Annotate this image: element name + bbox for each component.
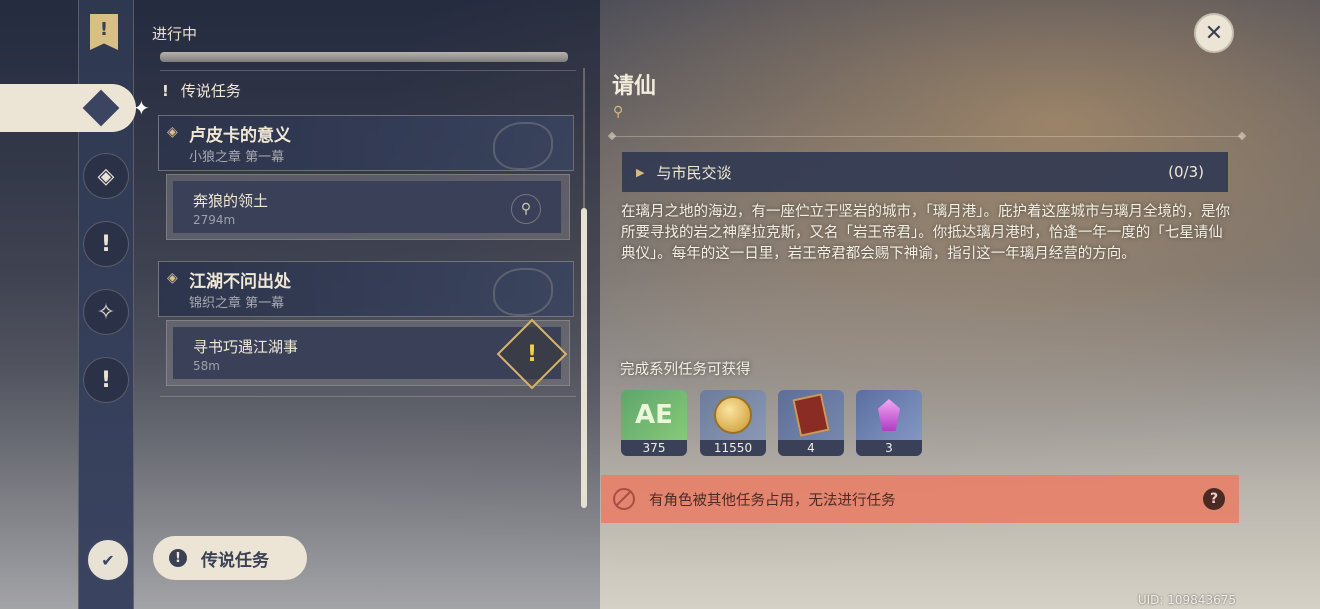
rewards-label: 完成系列任务可获得	[620, 362, 751, 378]
quest-filter-button[interactable]: ! 传说任务	[153, 536, 307, 580]
quest-group-subtitle: 小狼之章 第一幕	[189, 150, 285, 165]
all-quests-icon	[82, 89, 120, 127]
prohibited-icon	[613, 488, 635, 510]
map-pin-icon[interactable]: ⚲	[511, 194, 541, 224]
filter-button-label: 传说任务	[201, 550, 269, 571]
quest-item-distance: 58m	[193, 359, 220, 373]
completed-quests-button[interactable]: ✔	[85, 537, 131, 583]
list-scrollbar-thumb[interactable]	[581, 208, 587, 508]
book-icon	[792, 393, 830, 437]
reward-adventure-exp[interactable]: AE 375	[621, 390, 687, 456]
selected-sparkle-icon: ✦	[133, 96, 150, 120]
reward-count: 11550	[700, 440, 766, 456]
reward-count: 375	[621, 440, 687, 456]
close-button[interactable]: ✕	[1194, 13, 1234, 53]
rail-tab-all-active[interactable]	[0, 84, 136, 132]
divider	[160, 396, 576, 397]
divider	[612, 136, 1242, 137]
reward-mora[interactable]: 11550	[700, 390, 766, 456]
play-arrow-icon: ▶	[636, 165, 645, 179]
divider	[160, 70, 576, 71]
quest-blocked-warning: 有角色被其他任务占用，无法进行任务 ?	[601, 475, 1239, 523]
scroll-emblem-icon	[493, 268, 553, 316]
category-header: ! 传说任务	[162, 80, 241, 101]
rail-tab-archon-icon[interactable]: ◈	[83, 153, 129, 199]
quest-item-name: 寻书巧遇江湖事	[193, 338, 299, 356]
quest-objective: ▶ 与市民交谈 (0/3)	[622, 152, 1228, 192]
legend-quest-icon: !	[162, 81, 169, 100]
diamond-marker-icon: ◈	[167, 124, 178, 140]
reward-count: 4	[778, 440, 844, 456]
rail-tab-story-icon[interactable]: !	[83, 221, 129, 267]
reward-count: 3	[856, 440, 922, 456]
quest-group-subtitle: 锦织之章 第一幕	[189, 296, 285, 311]
rail-tab-world-icon[interactable]: ✧	[83, 289, 129, 335]
warning-text: 有角色被其他任务占用，无法进行任务	[649, 492, 896, 509]
quest-item-1[interactable]: 奔狼的领土 2794m ⚲	[166, 174, 570, 240]
reward-crystal[interactable]: 3	[856, 390, 922, 456]
player-uid: UID: 109843675	[1137, 593, 1236, 607]
adventure-exp-icon: AE	[635, 400, 673, 430]
quest-title: 请仙	[612, 74, 657, 99]
quest-description: 在璃月之地的海边，有一座伫立于坚岩的城市，「璃月港」。庇护着这座城市与璃月全境的…	[621, 204, 1230, 262]
quest-item-name: 奔狼的领土	[193, 192, 269, 210]
rail-tab-commission-icon[interactable]: !	[83, 357, 129, 403]
location-pin-icon: ⚲	[613, 104, 624, 120]
quest-item-distance: 2794m	[193, 213, 236, 227]
crystal-art	[856, 390, 922, 440]
category-title: 传说任务	[180, 82, 241, 100]
mora-coin-art	[700, 390, 766, 440]
help-icon[interactable]: ?	[1203, 488, 1225, 510]
crystal-icon	[878, 399, 900, 431]
wolf-emblem-icon	[493, 122, 553, 170]
quest-item-2[interactable]: 寻书巧遇江湖事 58m !	[166, 318, 570, 390]
book-art	[778, 390, 844, 440]
quest-group-2[interactable]: ◈ 江湖不问出处 锦织之章 第一幕	[158, 261, 574, 317]
status-progress-bar	[160, 52, 568, 62]
quest-group-title: 卢皮卡的意义	[189, 126, 291, 146]
quest-group-title: 江湖不问出处	[189, 272, 291, 292]
legend-quest-icon: !	[169, 549, 187, 567]
objective-progress: (0/3)	[1168, 163, 1204, 181]
reward-book[interactable]: 4	[778, 390, 844, 456]
mora-coin-icon	[714, 396, 752, 434]
status-label: 进行中	[152, 25, 198, 43]
diamond-marker-icon: ◈	[167, 270, 178, 286]
objective-text: 与市民交谈	[656, 163, 732, 182]
quest-group-1[interactable]: ◈ 卢皮卡的意义 小狼之章 第一幕	[158, 115, 574, 171]
